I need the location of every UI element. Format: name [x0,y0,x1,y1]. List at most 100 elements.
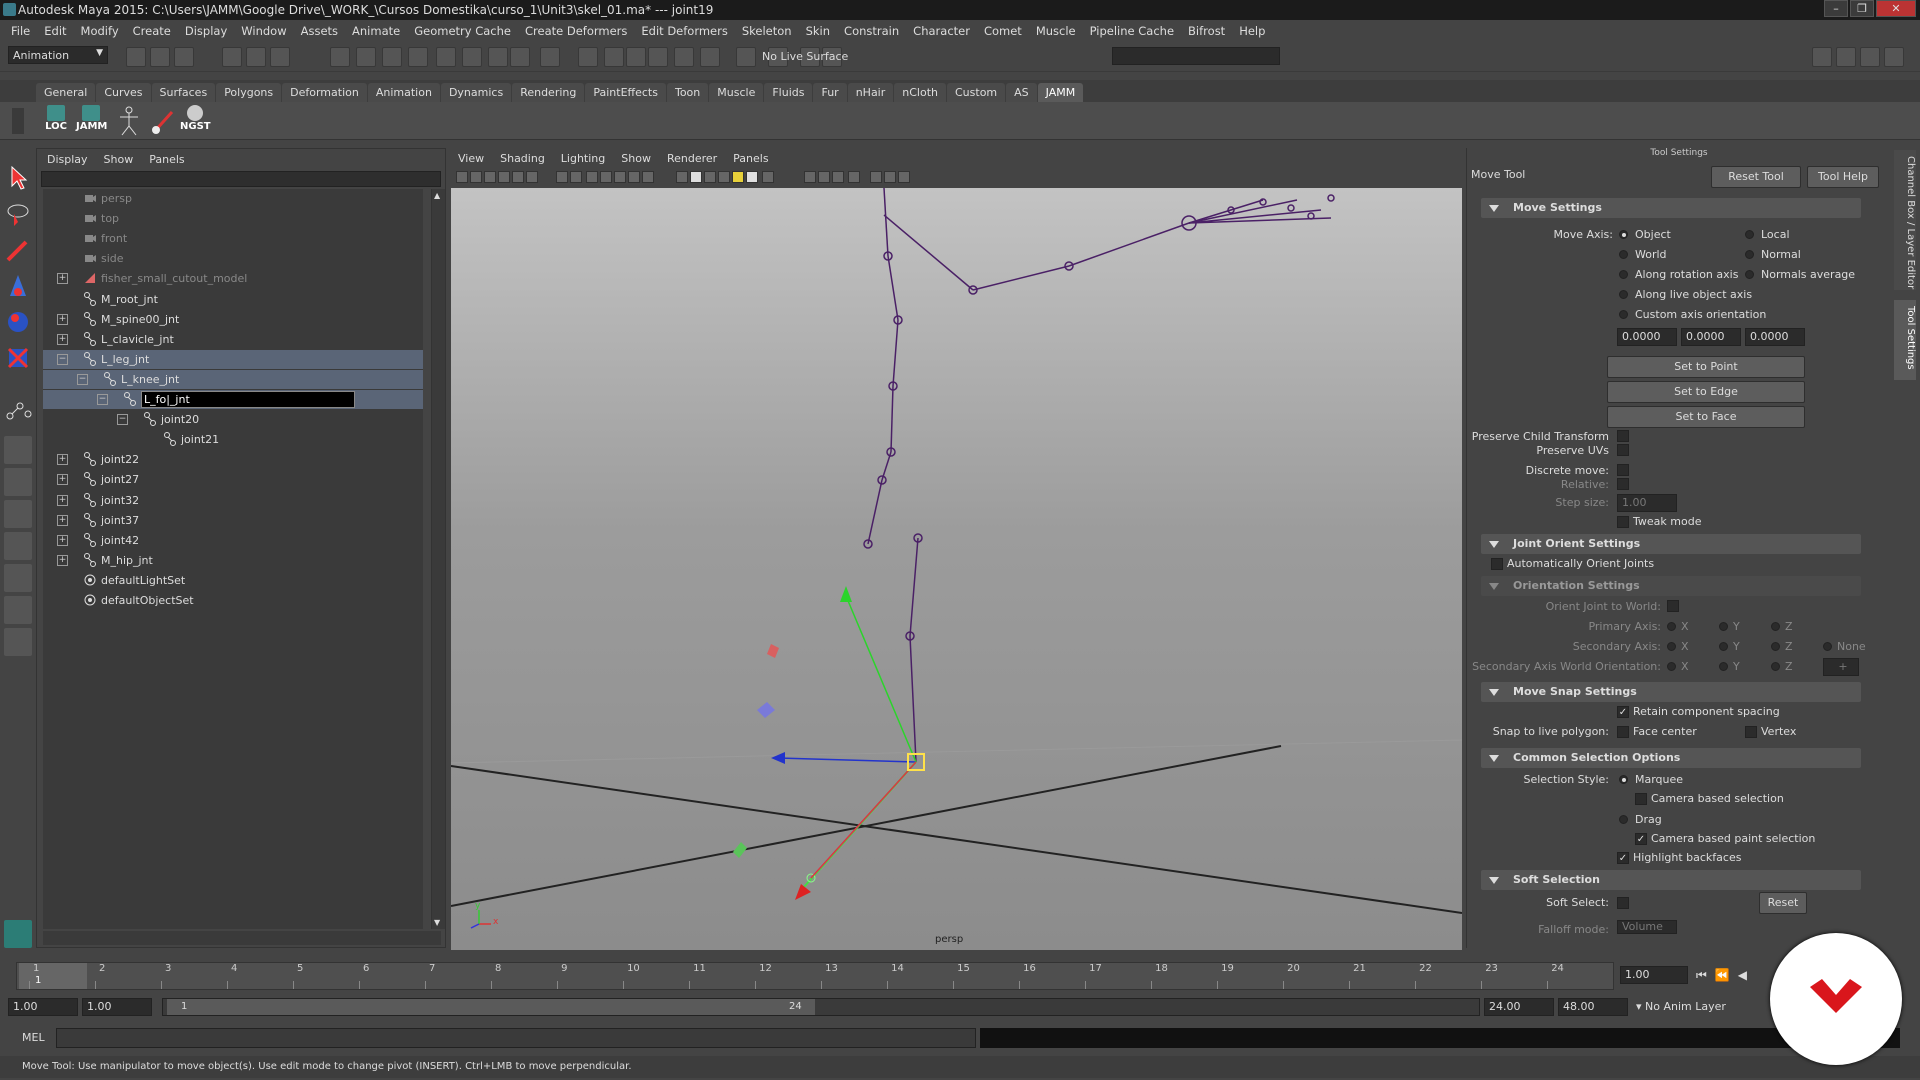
outliner-vertical-scrollbar[interactable]: ▲ ▼ [431,189,445,929]
discrete-move-checkbox[interactable] [1617,464,1629,476]
single-layout-icon[interactable] [4,436,32,464]
outliner-row[interactable]: + joint37 [43,511,423,530]
collapse-icon[interactable]: − [77,373,88,385]
shadows-icon[interactable] [746,171,758,183]
outliner-row[interactable]: defaultLightSet [43,571,423,590]
primary-x-radio[interactable] [1667,622,1676,631]
image-plane-icon[interactable] [498,171,510,183]
construction-history-icon[interactable] [510,47,530,67]
secondary-y-radio[interactable] [1719,642,1728,651]
axis-object-radio[interactable] [1619,230,1628,239]
expand-icon[interactable]: + [57,454,68,466]
retain-spacing-checkbox[interactable]: ✓ [1617,706,1629,718]
shelf-tab-toon[interactable]: Toon [666,83,709,102]
menu-file[interactable]: File [4,24,37,38]
skeleton-shelf-icon[interactable] [116,106,142,136]
viewport-menu-view[interactable]: View [458,152,484,165]
collapse-icon[interactable]: − [97,394,108,405]
shelf-tab-custom[interactable]: Custom [947,83,1006,102]
camera-paint-checkbox[interactable]: ✓ [1635,833,1647,845]
close-button[interactable]: ✕ [1876,0,1916,17]
history-icon[interactable] [462,47,482,67]
expand-icon[interactable]: + [57,313,68,325]
set-to-face-button[interactable]: Set to Face [1607,406,1805,428]
persp-graph-layout-icon[interactable] [4,532,32,560]
outliner-row[interactable]: defaultObjectSet [43,591,423,610]
open-scene-icon[interactable] [150,47,170,67]
menu-constrain[interactable]: Constrain [837,24,906,38]
range-track[interactable]: 1 24 [162,998,1480,1016]
playback-end-field[interactable]: 24.00 [1484,998,1554,1016]
grid-icon[interactable] [556,171,568,183]
four-view-layout-icon[interactable] [4,468,32,496]
vertex-checkbox[interactable] [1745,726,1757,738]
expand-icon[interactable]: + [57,333,68,345]
tweak-mode-checkbox[interactable] [1617,516,1629,528]
paint-weights-icon[interactable] [150,108,176,136]
channel-layer-icon[interactable] [1836,47,1856,67]
shelf-tab-fur[interactable]: Fur [813,83,847,102]
shelf-loc-button[interactable]: LOC [44,105,68,139]
secondary-world-sign-dropdown[interactable]: + [1823,658,1859,676]
outliner-panel-icon[interactable] [1812,47,1832,67]
drag-radio[interactable] [1619,815,1628,824]
safe-action-icon[interactable] [628,171,640,183]
aa-icon[interactable] [818,171,830,183]
secondary-world-y-radio[interactable] [1719,662,1728,671]
maximize-button[interactable]: ❐ [1850,0,1874,17]
shelf-tab-general[interactable]: General [36,83,96,102]
shelf-tab-painteffects[interactable]: PaintEffects [585,83,666,102]
outliner-filter-field[interactable] [41,171,441,187]
resolution-gate-icon[interactable] [586,171,598,183]
rename-input[interactable]: L_fo|_jnt [141,391,355,408]
new-scene-icon[interactable] [126,47,146,67]
menu-window[interactable]: Window [234,24,293,38]
menu-geometry-cache[interactable]: Geometry Cache [407,24,518,38]
marquee-radio[interactable] [1619,775,1628,784]
time-slider[interactable]: 1 1 2 3 4 5 6 7 8 9 10 11 12 13 14 15 16 17 18 19 20 21 22 23 2… [0,958,1920,992]
viewport-menu-renderer[interactable]: Renderer [667,152,717,165]
axis-live-object-radio[interactable] [1619,290,1628,299]
axis-normals-avg-radio[interactable] [1745,270,1754,279]
xray-icon[interactable] [870,171,882,183]
select-object-icon[interactable] [246,47,266,67]
minimize-button[interactable]: – [1824,0,1848,17]
shelf-tab-as[interactable]: AS [1006,83,1037,102]
save-scene-icon[interactable] [174,47,194,67]
attribute-panel-icon[interactable] [1860,47,1880,67]
gate-mask-icon[interactable] [600,171,612,183]
hypershade-icon[interactable] [626,47,646,67]
outliner-row[interactable]: + L_clavicle_jnt [43,330,423,349]
outliner-horizontal-scrollbar[interactable] [43,931,441,945]
move-tool-icon[interactable] [4,272,32,300]
camera-icon[interactable] [674,47,694,67]
tool-help-button[interactable]: Tool Help [1807,166,1879,188]
xray-components-icon[interactable] [898,171,910,183]
joint-orient-header[interactable]: Joint Orient Settings [1481,534,1861,554]
scale-tool-icon[interactable] [4,344,32,372]
custom-axis-y-field[interactable]: 0.0000 [1681,328,1741,346]
falloff-mode-dropdown[interactable]: Volume [1617,920,1677,934]
menu-comet[interactable]: Comet [977,24,1029,38]
outliner-row[interactable]: + joint27 [43,470,423,489]
secondary-z-radio[interactable] [1771,642,1780,651]
shelf-tab-jamm[interactable]: JAMM [1037,83,1084,102]
custom-axis-z-field[interactable]: 0.0000 [1745,328,1805,346]
menu-animate[interactable]: Animate [345,24,407,38]
joint-tool-icon[interactable] [4,394,32,422]
menu-character[interactable]: Character [906,24,977,38]
playback-start-field[interactable]: 1.00 [82,998,152,1016]
move-snap-header[interactable]: Move Snap Settings [1481,682,1861,702]
outliner-row[interactable]: − L_knee_jnt [43,369,423,389]
shaded-wireframe-icon[interactable] [704,171,716,183]
render-settings-icon[interactable] [604,47,624,67]
outliner-row[interactable]: + joint22 [43,450,423,469]
ipr-render-icon[interactable] [578,47,598,67]
axis-local-radio[interactable] [1745,230,1754,239]
step-size-field[interactable]: 1.00 [1617,494,1677,512]
viewport-menu-show[interactable]: Show [621,152,651,165]
range-handle[interactable] [167,999,815,1015]
expand-icon[interactable]: + [57,273,68,285]
snap-surface-icon[interactable] [436,47,456,67]
outliner-menu-display[interactable]: Display [47,153,88,166]
